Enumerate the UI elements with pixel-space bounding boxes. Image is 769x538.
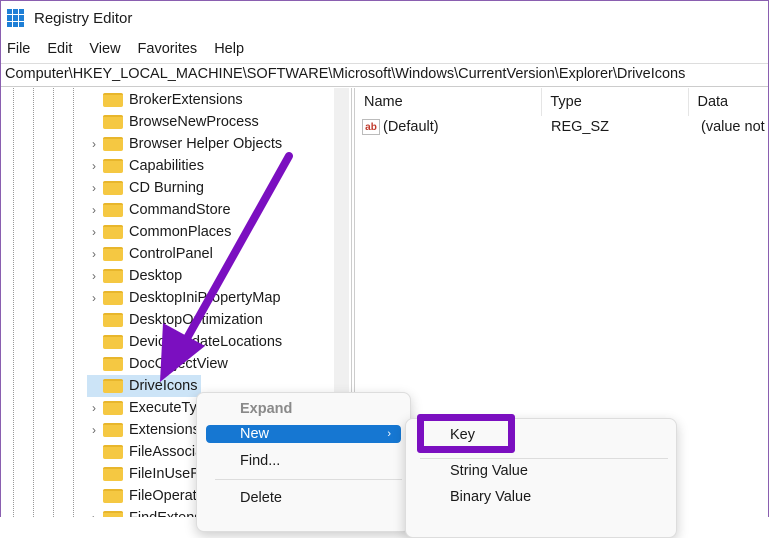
- folder-icon: [103, 181, 123, 195]
- list-header: Name Type Data: [356, 88, 768, 116]
- menu-item-new[interactable]: New ›: [206, 425, 401, 443]
- tree-item-label: DesktopIniPropertyMap: [129, 290, 281, 306]
- tree-item-label: BrokerExtensions: [129, 92, 243, 108]
- annotation-highlight-box: [417, 414, 515, 453]
- tree-item[interactable]: FileAssocia: [87, 441, 206, 463]
- title-bar: Registry Editor: [1, 1, 768, 35]
- tree-item-label: FileInUseR: [129, 466, 201, 482]
- column-name[interactable]: Name: [356, 88, 543, 116]
- folder-icon: [103, 445, 123, 459]
- menu-item-new-label: New: [240, 426, 270, 442]
- tree-item-label: DeviceUpdateLocations: [129, 334, 283, 350]
- folder-icon: [103, 313, 123, 327]
- tree-item-label: FindExtens: [129, 510, 205, 517]
- folder-icon: [103, 379, 123, 393]
- folder-icon: [103, 159, 123, 173]
- tree-item-label: CommonPlaces: [129, 224, 232, 240]
- column-data[interactable]: Data: [689, 88, 768, 116]
- column-type[interactable]: Type: [542, 88, 690, 116]
- tree-item-label: CommandStore: [129, 202, 231, 218]
- tree-item[interactable]: › ControlPanel: [87, 243, 216, 265]
- tree-item-label: Extensions: [129, 422, 200, 438]
- folder-icon: [103, 291, 123, 305]
- menu-item-find[interactable]: Find...: [206, 452, 401, 470]
- submenu-item-string-value[interactable]: String Value: [450, 463, 528, 479]
- menu-favorites[interactable]: Favorites: [138, 41, 198, 57]
- tree-item-label: Desktop: [129, 268, 183, 284]
- tree-item-label: BrowseNewProcess: [129, 114, 259, 130]
- value-name: (Default): [383, 119, 439, 135]
- value-row[interactable]: ab (Default) REG_SZ (value not: [356, 116, 768, 138]
- chevron-right-icon[interactable]: ›: [87, 137, 101, 151]
- value-data: (value not: [701, 119, 765, 135]
- address-bar[interactable]: Computer\HKEY_LOCAL_MACHINE\SOFTWARE\Mic…: [1, 63, 768, 87]
- folder-icon: [103, 225, 123, 239]
- tree-item[interactable]: › CommandStore: [87, 199, 234, 221]
- folder-icon: [103, 137, 123, 151]
- tree-item[interactable]: › Capabilities: [87, 155, 207, 177]
- chevron-right-icon: ›: [387, 428, 391, 440]
- folder-icon: [103, 269, 123, 283]
- menu-item-expand[interactable]: Expand: [206, 400, 401, 418]
- folder-icon: [103, 511, 123, 517]
- chevron-right-icon[interactable]: ›: [87, 423, 101, 437]
- folder-icon: [103, 467, 123, 481]
- registry-editor-icon: [7, 9, 25, 27]
- chevron-right-icon[interactable]: ›: [87, 159, 101, 173]
- folder-icon: [103, 423, 123, 437]
- tree-item[interactable]: › CommonPlaces: [87, 221, 234, 243]
- chevron-right-icon[interactable]: ›: [87, 291, 101, 305]
- folder-icon: [103, 93, 123, 107]
- tree-item[interactable]: › Browser Helper Objects: [87, 133, 285, 155]
- menu-bar: File Edit View Favorites Help: [1, 35, 768, 63]
- tree-item-label: DriveIcons: [129, 378, 198, 394]
- folder-icon: [103, 203, 123, 217]
- tree-item[interactable]: FileOperat: [87, 485, 200, 507]
- tree-item[interactable]: BrokerExtensions: [87, 89, 246, 111]
- window-title: Registry Editor: [34, 9, 133, 27]
- chevron-right-icon[interactable]: ›: [87, 269, 101, 283]
- chevron-right-icon[interactable]: ›: [87, 181, 101, 195]
- tree-item-label: FileOperat: [129, 488, 197, 504]
- tree-item-label: ControlPanel: [129, 246, 213, 262]
- context-menu: Expand New › Find... Delete: [196, 392, 411, 532]
- tree-item[interactable]: › ExecuteTyp: [87, 397, 208, 419]
- tree-item[interactable]: › Desktop: [87, 265, 185, 287]
- menu-item-delete[interactable]: Delete: [206, 489, 401, 507]
- tree-item[interactable]: DeviceUpdateLocations: [87, 331, 285, 353]
- folder-icon: [103, 357, 123, 371]
- chevron-right-icon[interactable]: ›: [87, 511, 101, 517]
- tree-item[interactable]: › FindExtens: [87, 507, 205, 517]
- tree-item[interactable]: DocObjectView: [87, 353, 231, 375]
- folder-icon: [103, 247, 123, 261]
- tree-item[interactable]: BrowseNewProcess: [87, 111, 262, 133]
- tree-item-label: DocObjectView: [129, 356, 228, 372]
- menu-view[interactable]: View: [89, 41, 120, 57]
- menu-edit[interactable]: Edit: [47, 41, 72, 57]
- chevron-right-icon[interactable]: ›: [87, 225, 101, 239]
- tree-item-label: CD Burning: [129, 180, 204, 196]
- tree-item[interactable]: DesktopOptimization: [87, 309, 266, 331]
- chevron-right-icon[interactable]: ›: [87, 247, 101, 261]
- tree-item-label: DesktopOptimization: [129, 312, 263, 328]
- tree-item[interactable]: › Extensions: [87, 419, 203, 441]
- tree-item[interactable]: › DesktopIniPropertyMap: [87, 287, 284, 309]
- value-type: REG_SZ: [551, 119, 610, 135]
- tree-item[interactable]: DriveIcons: [87, 375, 201, 397]
- menu-file[interactable]: File: [7, 41, 30, 57]
- folder-icon: [103, 489, 123, 503]
- menu-help[interactable]: Help: [214, 41, 244, 57]
- tree-item-label: FileAssocia: [129, 444, 204, 460]
- tree-item-label: Browser Helper Objects: [129, 136, 283, 152]
- string-value-icon: ab: [362, 119, 380, 135]
- folder-icon: [103, 115, 123, 129]
- tree-item-label: Capabilities: [129, 158, 204, 174]
- tree-item[interactable]: › CD Burning: [87, 177, 207, 199]
- submenu-item-binary-value[interactable]: Binary Value: [450, 489, 531, 505]
- folder-icon: [103, 335, 123, 349]
- tree-item[interactable]: FileInUseR: [87, 463, 204, 485]
- chevron-right-icon[interactable]: ›: [87, 203, 101, 217]
- folder-icon: [103, 401, 123, 415]
- chevron-right-icon[interactable]: ›: [87, 401, 101, 415]
